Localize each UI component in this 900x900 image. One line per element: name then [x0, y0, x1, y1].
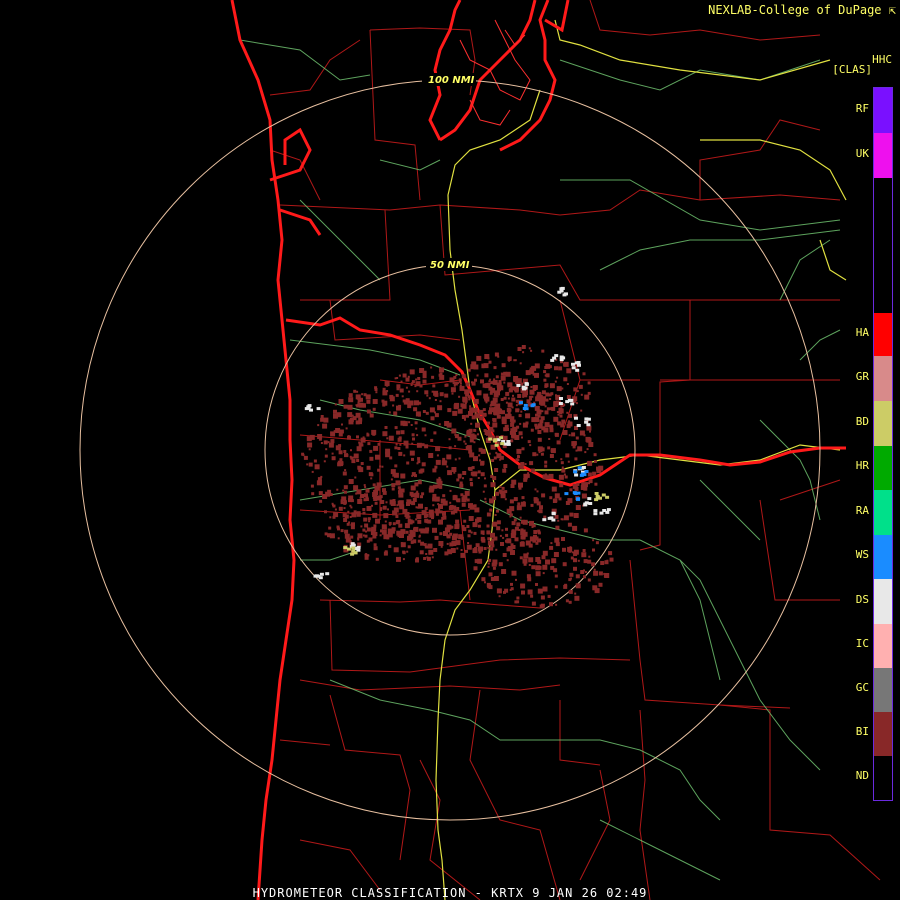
legend-swatch-gr [874, 356, 892, 401]
legend-swatch-ws [874, 535, 892, 579]
product-unit: [CLAS] [832, 63, 872, 76]
legend-swatch-bi [874, 712, 892, 756]
legend-label-ra: RA [855, 503, 869, 517]
legend: RF UK HA GR BD HR RA WS DS IC GC BI ND [845, 87, 893, 801]
legend-label-gr: GR [855, 369, 869, 383]
product-code: HHC [872, 53, 892, 66]
legend-label-gc: GC [855, 681, 869, 694]
legend-label-ds: DS [855, 592, 869, 606]
legend-swatch-hr [874, 446, 892, 490]
legend-label-bi: BI [855, 725, 869, 738]
legend-swatch-gc [874, 668, 892, 712]
legend-label-uk: UK [855, 146, 869, 160]
legend-swatch-ra [874, 490, 892, 535]
legend-label-ha: HA [855, 325, 869, 339]
credit-label: NEXLAB-College of DuPage [708, 3, 882, 17]
legend-label-ic: IC [855, 637, 869, 650]
legend-swatch-rf [874, 88, 892, 133]
legend-label-rf: RF [855, 101, 869, 115]
credit-text: NEXLAB-College of DuPage ⇱ [708, 3, 896, 17]
ring-label-50: 50 NMI [430, 260, 470, 271]
legend-label-nd: ND [855, 769, 869, 782]
arrow-icon: ⇱ [888, 3, 896, 17]
legend-color-bar [873, 87, 893, 801]
product-title: HYDROMETEOR CLASSIFICATION - KRTX 9 JAN … [252, 886, 648, 900]
legend-swatch-ha [874, 313, 892, 356]
legend-label-hr: HR [855, 459, 869, 472]
legend-swatch-ic [874, 624, 892, 668]
legend-label-bd: BD [855, 414, 869, 428]
ring-label-100: 100 NMI [428, 75, 475, 86]
legend-swatch-ds [874, 579, 892, 624]
legend-swatch-uk [874, 133, 892, 178]
radar-map: 100 NMI 50 NMI [0, 0, 900, 900]
legend-swatch-bd [874, 401, 892, 446]
legend-label-ws: WS [855, 548, 869, 561]
